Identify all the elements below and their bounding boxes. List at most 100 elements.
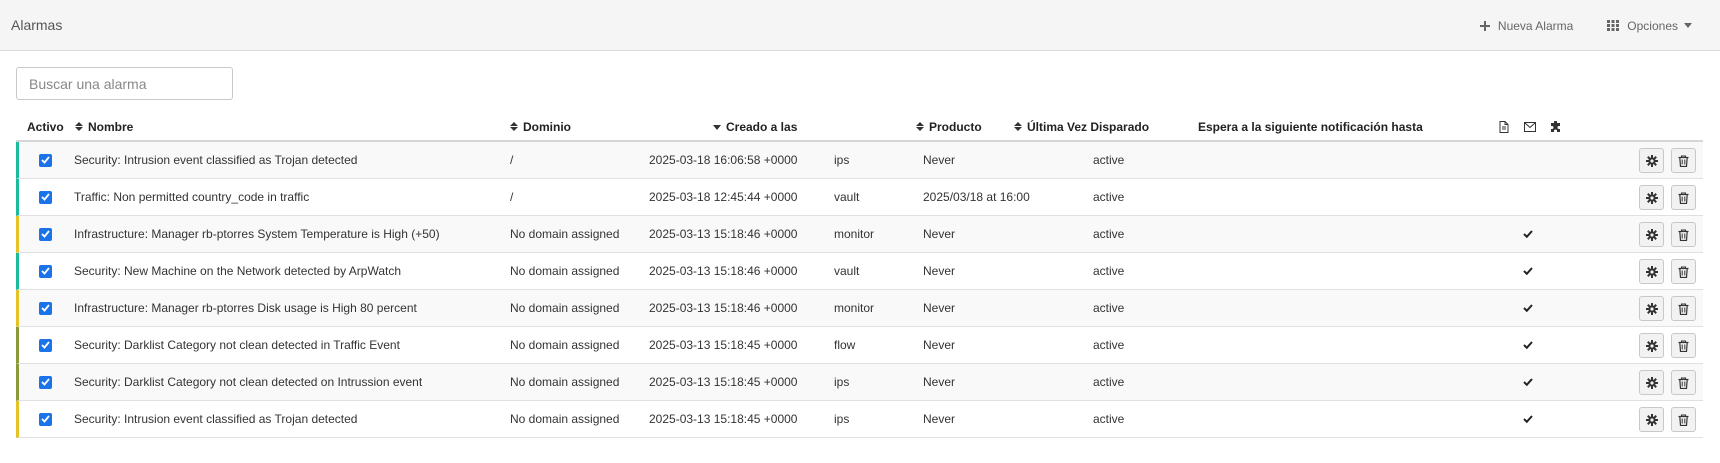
alarm-last-triggered: Never xyxy=(923,375,956,389)
delete-button[interactable] xyxy=(1671,148,1696,173)
delete-button[interactable] xyxy=(1671,222,1696,247)
delete-button[interactable] xyxy=(1671,407,1696,432)
settings-button[interactable] xyxy=(1639,296,1664,321)
sort-icon xyxy=(75,122,83,132)
trash-icon xyxy=(1678,228,1689,241)
settings-button[interactable] xyxy=(1639,222,1664,247)
page-title: Alarmas xyxy=(11,17,63,33)
active-checkbox[interactable] xyxy=(39,301,52,315)
settings-button[interactable] xyxy=(1639,259,1664,284)
table-row: Infrastructure: Manager rb-ptorres Disk … xyxy=(16,290,1703,327)
trash-icon xyxy=(1678,413,1689,426)
active-checkbox[interactable] xyxy=(39,375,52,389)
gear-icon xyxy=(1645,339,1658,352)
header-name-label: Nombre xyxy=(88,120,134,134)
new-alarm-label: Nueva Alarma xyxy=(1497,18,1574,33)
active-cell xyxy=(39,401,52,437)
alarm-last-triggered: 2025/03/18 at 16:00 xyxy=(923,190,1030,204)
envelope-icon xyxy=(1524,114,1536,140)
alarm-wait-until: active xyxy=(1093,264,1125,278)
options-dropdown[interactable]: Opciones xyxy=(1607,19,1692,33)
alarm-product: vault xyxy=(834,190,860,204)
sort-icon xyxy=(1014,122,1022,132)
alarm-created: 2025-03-13 15:18:45 +0000 xyxy=(649,338,798,352)
alarm-created: 2025-03-18 12:45:44 +0000 xyxy=(649,190,798,204)
active-cell xyxy=(39,142,52,178)
settings-button[interactable] xyxy=(1639,185,1664,210)
alarm-name[interactable]: Infrastructure: Manager rb-ptorres Syste… xyxy=(74,216,440,252)
search-input[interactable] xyxy=(16,67,233,100)
alarm-name[interactable]: Security: Darklist Category not clean de… xyxy=(74,364,422,400)
trash-icon xyxy=(1678,191,1689,204)
header-last-triggered[interactable]: Última Vez Disparado xyxy=(1014,114,1149,140)
top-actions: Nueva Alarma Opciones xyxy=(1479,0,1692,51)
header-product-label: Producto xyxy=(929,120,982,134)
delete-button[interactable] xyxy=(1671,259,1696,284)
gear-icon xyxy=(1645,265,1658,278)
alarm-name[interactable]: Security: Darklist Category not clean de… xyxy=(74,327,400,363)
active-checkbox[interactable] xyxy=(39,227,52,241)
header-active-label: Activo xyxy=(27,120,64,134)
header-created-label: Creado a las xyxy=(726,120,798,134)
alarm-created: 2025-03-13 15:18:46 +0000 xyxy=(649,264,798,278)
gear-icon xyxy=(1645,376,1658,389)
gear-icon xyxy=(1645,228,1658,241)
settings-button[interactable] xyxy=(1639,370,1664,395)
header-name[interactable]: Nombre xyxy=(75,114,133,140)
header-product[interactable]: Producto xyxy=(916,114,982,140)
alarm-wait-until: active xyxy=(1093,301,1125,315)
alarm-name[interactable]: Security: New Machine on the Network det… xyxy=(74,253,401,289)
delete-button[interactable] xyxy=(1671,296,1696,321)
alarm-last-triggered: Never xyxy=(923,412,956,426)
active-checkbox[interactable] xyxy=(39,412,52,426)
grid-icon xyxy=(1607,20,1620,31)
active-cell xyxy=(39,364,52,400)
sort-icon xyxy=(510,122,518,132)
settings-button[interactable] xyxy=(1639,407,1664,432)
table-row: Security: Intrusion event classified as … xyxy=(16,142,1703,179)
alarm-last-triggered: Never xyxy=(923,227,956,241)
gear-icon xyxy=(1645,413,1658,426)
alarm-product: flow xyxy=(834,338,856,352)
settings-button[interactable] xyxy=(1639,333,1664,358)
puzzle-icon xyxy=(1550,114,1562,140)
alarm-wait-until: active xyxy=(1093,338,1125,352)
top-bar: Alarmas Nueva Alarma Opciones xyxy=(0,0,1720,51)
new-alarm-button[interactable]: Nueva Alarma xyxy=(1479,18,1574,33)
alarm-domain: No domain assigned xyxy=(510,227,620,241)
alarm-wait-until: active xyxy=(1093,227,1125,241)
header-wait-until: Espera a la siguiente notificación hasta xyxy=(1198,114,1423,140)
check-icon xyxy=(1523,290,1533,326)
active-checkbox[interactable] xyxy=(39,153,52,167)
header-created[interactable]: Creado a las xyxy=(713,114,797,140)
gear-icon xyxy=(1645,302,1658,315)
settings-button[interactable] xyxy=(1639,148,1664,173)
header-domain[interactable]: Dominio xyxy=(510,114,571,140)
active-checkbox[interactable] xyxy=(39,338,52,352)
delete-button[interactable] xyxy=(1671,370,1696,395)
alarm-name[interactable]: Security: Intrusion event classified as … xyxy=(74,401,357,437)
alarm-last-triggered: Never xyxy=(923,338,956,352)
delete-button[interactable] xyxy=(1671,185,1696,210)
alarm-last-triggered: Never xyxy=(923,153,956,167)
alarm-last-triggered: Never xyxy=(923,264,956,278)
plus-icon xyxy=(1479,20,1490,31)
table-header: Activo Nombre Dominio Creado a las Produ… xyxy=(16,114,1703,142)
alarms-table: Activo Nombre Dominio Creado a las Produ… xyxy=(16,114,1703,438)
active-checkbox[interactable] xyxy=(39,190,52,204)
alarm-name[interactable]: Traffic: Non permitted country_code in t… xyxy=(74,179,309,215)
table-row: Security: Intrusion event classified as … xyxy=(16,401,1703,438)
trash-icon xyxy=(1678,302,1689,315)
alarm-created: 2025-03-13 15:18:46 +0000 xyxy=(649,227,798,241)
header-active[interactable]: Activo xyxy=(27,114,64,140)
alarm-name[interactable]: Infrastructure: Manager rb-ptorres Disk … xyxy=(74,290,417,326)
alarm-wait-until: active xyxy=(1093,412,1125,426)
delete-button[interactable] xyxy=(1671,333,1696,358)
alarm-product: ips xyxy=(834,375,850,389)
active-checkbox[interactable] xyxy=(39,264,52,278)
alarm-name[interactable]: Security: Intrusion event classified as … xyxy=(74,142,357,178)
active-cell xyxy=(39,327,52,363)
alarm-created: 2025-03-13 15:18:45 +0000 xyxy=(649,412,798,426)
trash-icon xyxy=(1678,339,1689,352)
alarm-last-triggered: Never xyxy=(923,301,956,315)
